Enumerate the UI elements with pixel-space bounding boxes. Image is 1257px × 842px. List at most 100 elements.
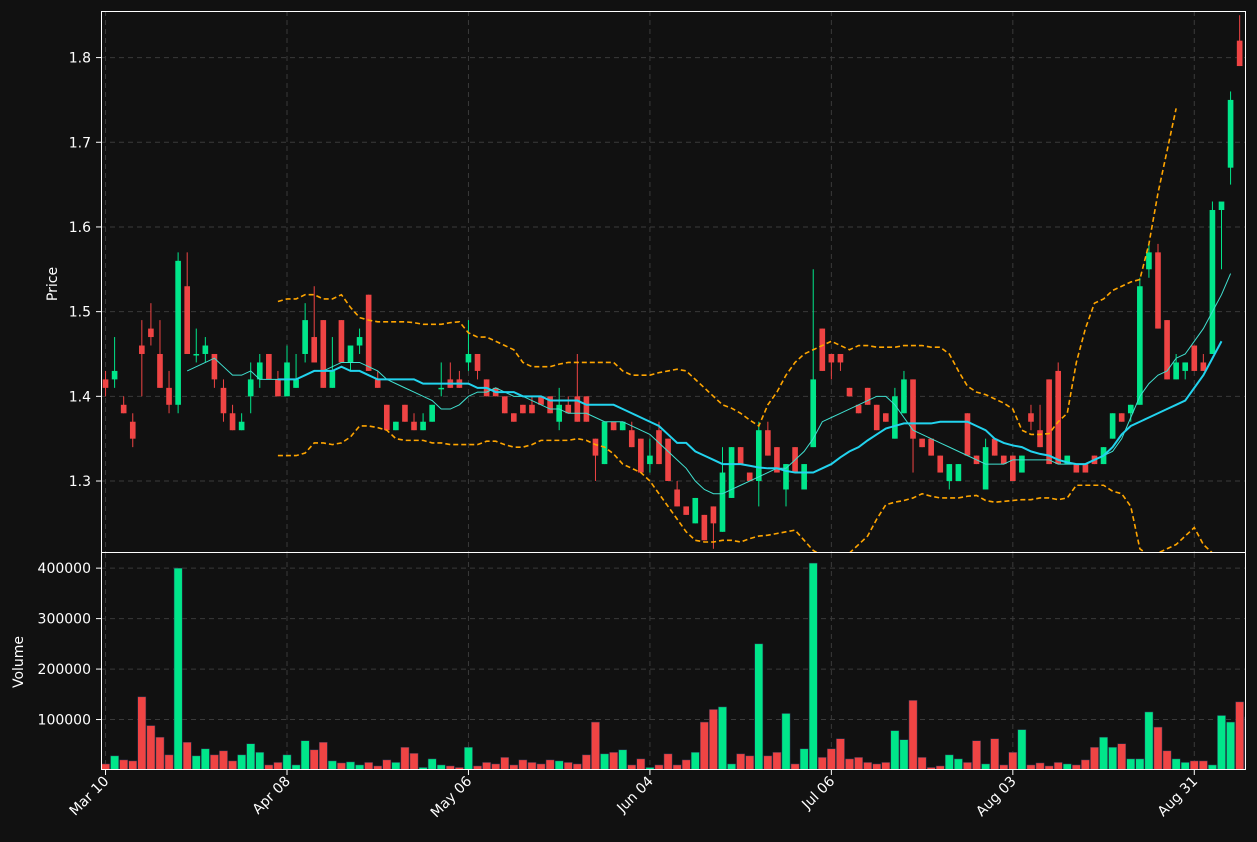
volume-bar [690, 752, 700, 770]
volume-bar [890, 730, 900, 770]
volume-bar [1008, 752, 1018, 770]
candle-body [393, 421, 399, 431]
price-tick-label: 1.3 [69, 474, 91, 490]
candle-body [755, 430, 762, 482]
candle-body [365, 294, 372, 371]
candle-body [991, 438, 998, 456]
candle-body [1191, 345, 1198, 371]
volume-bar [346, 761, 355, 770]
volume-bar [173, 567, 183, 770]
volume-bar [255, 752, 265, 770]
candle-body [302, 320, 308, 354]
candle-body [1182, 362, 1189, 371]
candle-body [801, 464, 807, 490]
volume-bar [700, 721, 709, 770]
volume-bar [917, 757, 927, 770]
candle-body [1109, 413, 1116, 439]
volume-bar [600, 753, 609, 770]
candle-body [383, 404, 390, 431]
candle-body [329, 370, 336, 388]
candle-body [184, 286, 191, 354]
candle-body [129, 421, 136, 439]
volume-bar [500, 757, 510, 770]
candle-body [928, 438, 934, 456]
candle-body [1082, 464, 1089, 473]
candle-body [719, 472, 726, 532]
candle-body [610, 421, 617, 431]
volume-bar [591, 721, 600, 770]
candle-body [256, 362, 263, 380]
volume-bar [545, 759, 555, 770]
candle-body [810, 379, 817, 448]
candle-body [429, 404, 435, 422]
candle-body [846, 387, 853, 397]
candlestick-volume-chart: 1.3 1.4 1.5 1.6 1.7 1.8 100000 200000 300000 400… [0, 0, 1257, 842]
candle-body [247, 379, 254, 397]
volume-bar [754, 643, 764, 770]
volume-bar [899, 739, 909, 770]
volume-bar [464, 747, 473, 770]
price-axis-label: Price [45, 267, 61, 301]
candle-body [420, 421, 426, 431]
volume-bar [328, 760, 337, 770]
volume-bar [663, 753, 673, 770]
candle-body [765, 430, 771, 456]
volume-bar [954, 758, 963, 770]
candle-body [511, 413, 517, 422]
candle-body [111, 370, 118, 380]
candle-body [266, 353, 272, 380]
price-tick-label: 1.4 [69, 389, 91, 405]
volume-bar [827, 748, 836, 770]
candle-body [501, 396, 508, 414]
volume-bar [554, 760, 564, 770]
volume-bar [1053, 762, 1063, 770]
volume-bar [863, 762, 872, 770]
volume-bar [427, 758, 437, 770]
volume-tick-label: 400000 [38, 561, 91, 577]
candle-body [592, 438, 599, 456]
candle-body [1046, 379, 1052, 465]
candle-body [955, 464, 962, 482]
volume-bar [1171, 758, 1181, 770]
volume-bar [1117, 743, 1127, 770]
candle-body [692, 497, 699, 524]
candle-body [1236, 40, 1243, 67]
volume-bar [400, 747, 410, 770]
candle-body [148, 328, 154, 338]
candle-body [520, 404, 526, 414]
candle-body [1173, 362, 1179, 380]
volume-bar [836, 738, 845, 770]
volume-bar [128, 760, 138, 770]
candle-body [919, 438, 925, 448]
volume-bar [164, 754, 174, 770]
volume-bar [745, 755, 755, 770]
candle-body [374, 379, 381, 388]
candle-body [982, 447, 989, 490]
volume-bar [318, 741, 328, 770]
candle-body [601, 421, 608, 465]
candle-body [320, 320, 327, 388]
volume-bar [908, 700, 918, 770]
candle-body [157, 353, 163, 388]
volume-bar [944, 754, 954, 770]
chart-background [0, 0, 1257, 842]
price-tick-label: 1.7 [69, 135, 91, 151]
volume-bar [1199, 760, 1208, 770]
volume-bar [273, 762, 283, 770]
candle-body [628, 430, 635, 448]
volume-bar [781, 713, 791, 770]
volume-bar [110, 755, 119, 770]
candle-body [1146, 252, 1152, 270]
candle-body [474, 353, 481, 371]
volume-bar [1135, 758, 1145, 770]
candle-body [338, 320, 345, 363]
volume-bar [482, 762, 491, 770]
candle-body [1028, 413, 1034, 422]
volume-bar [409, 753, 419, 770]
volume-bar [155, 736, 165, 770]
volume-bar [201, 748, 210, 770]
candle-body [946, 464, 953, 482]
volume-bar [210, 754, 219, 770]
candle-body [411, 421, 417, 431]
volume-bar [636, 758, 646, 770]
